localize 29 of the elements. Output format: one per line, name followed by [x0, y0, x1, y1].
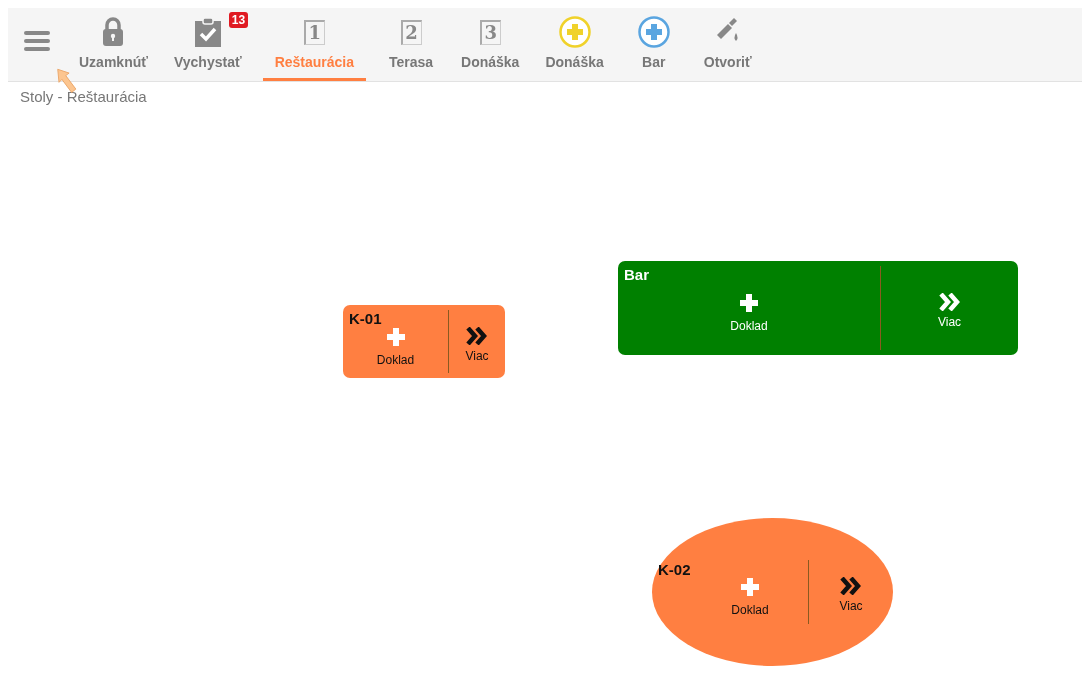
toolbar-tab[interactable]: Uzamknúť — [74, 8, 153, 81]
table-name: Bar — [624, 266, 649, 283]
toolbar-tab[interactable]: 3 Donáška — [456, 8, 525, 81]
number-icon: 2 — [400, 19, 422, 45]
toolbar-tab[interactable]: 13 Vychystať — [168, 8, 247, 81]
more-button[interactable]: Viac — [809, 560, 893, 624]
number-icon: 3 — [479, 19, 501, 45]
more-button[interactable]: Viac — [881, 266, 1018, 350]
table-name: K-01 — [349, 310, 382, 327]
plus-icon — [385, 326, 406, 347]
toolbar-tab[interactable]: 1 Reštaurácia — [262, 8, 366, 81]
table-name: K-02 — [658, 561, 691, 578]
plus-icon — [739, 293, 759, 313]
double-chevron-icon — [938, 293, 961, 311]
double-chevron-icon — [840, 577, 862, 595]
plus-icon — [740, 577, 760, 597]
double-chevron-icon — [466, 326, 488, 345]
number-icon: 1 — [303, 19, 325, 45]
more-button[interactable]: Viac — [449, 310, 505, 373]
count-badge: 13 — [228, 12, 249, 28]
menu-button[interactable] — [24, 30, 50, 52]
toolbar-tab[interactable]: 2 Terasa — [382, 8, 440, 81]
breadcrumb: Stoly - Reštaurácia — [20, 88, 148, 105]
padlock-icon — [102, 17, 125, 47]
toolbar-tab[interactable]: Bar — [624, 8, 683, 81]
toolbar-tab[interactable]: Donáška — [540, 8, 609, 81]
menu-icon — [24, 30, 50, 52]
toolbar-tab[interactable]: Otvoriť — [698, 8, 757, 81]
clipboard-check-icon — [193, 17, 222, 47]
